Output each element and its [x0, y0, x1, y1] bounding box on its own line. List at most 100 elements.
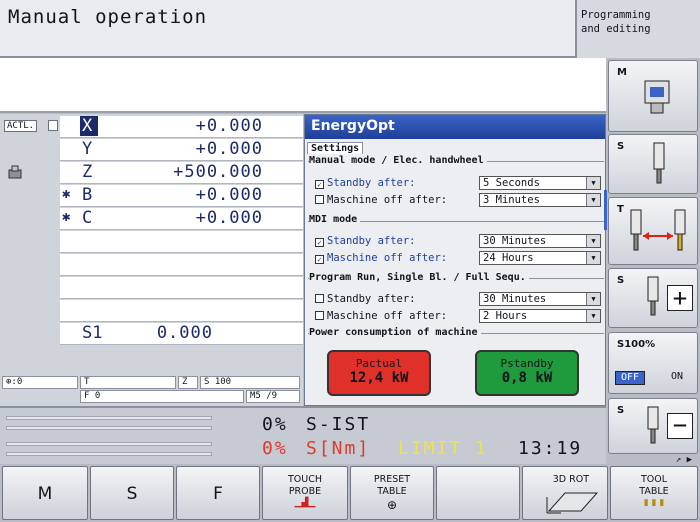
softkey-s-plus[interactable]: S +	[608, 268, 698, 328]
plus-icon: +	[667, 285, 693, 311]
checkbox-checked-icon: ✓	[315, 238, 324, 247]
option-prog-off[interactable]: Maschine off after:	[315, 310, 447, 322]
axis-label-x: X	[80, 116, 98, 136]
group-label-manual: Manual mode / Elec. handwheel	[309, 155, 487, 166]
second-mode-display[interactable]: Programming and editing	[575, 0, 700, 58]
option-manual-off[interactable]: Maschine off after:	[315, 194, 447, 206]
3d-plane-icon	[546, 492, 599, 514]
select-value: 5 Seconds	[483, 177, 540, 189]
softkey-s-plus-label: S	[617, 275, 625, 286]
checkbox-checked-icon: ✓	[315, 255, 324, 264]
spindle-load-pct: 0%	[262, 414, 288, 435]
chevron-down-icon[interactable]: ▼	[586, 252, 600, 264]
softkey-3d-rot[interactable]: 3D ROT	[522, 466, 608, 520]
softkey-label: TABLE	[639, 486, 669, 497]
chevron-down-icon[interactable]: ▼	[586, 310, 600, 322]
chevron-down-icon[interactable]: ▼	[586, 235, 600, 247]
select-value: 2 Hours	[483, 310, 528, 322]
touch-probe-icon: ▁▟▁	[294, 498, 316, 508]
select-mdi-standby[interactable]: 30 Minutes ▼	[479, 234, 601, 248]
load-bar	[6, 442, 212, 446]
chevron-down-icon[interactable]: ▼	[586, 194, 600, 206]
load-bar	[6, 416, 212, 420]
tool-change-icon	[630, 209, 686, 251]
axis-value-x: +0.000	[195, 116, 263, 136]
position-row-empty	[60, 300, 303, 322]
softkey-s[interactable]: S	[608, 134, 698, 194]
off-state: OFF	[615, 371, 645, 385]
select-manual-standby[interactable]: 5 Seconds ▼	[479, 176, 601, 190]
t-status: T	[80, 376, 176, 389]
checkbox-unchecked-icon	[315, 294, 324, 303]
torque-pct: 0%	[262, 438, 288, 459]
select-prog-off[interactable]: 2 Hours ▼	[479, 309, 601, 323]
on-state: ON	[671, 371, 684, 382]
softkey-label: PROBE	[288, 486, 322, 497]
softkey-preset-table[interactable]: PRESET TABLE ⊕	[350, 466, 434, 520]
status-area: 0% S-IST 0% S[Nm] LIMIT 1 13:19	[0, 406, 606, 464]
s-status: S 100	[200, 376, 300, 389]
spindle-icon	[653, 142, 665, 184]
option-manual-standby[interactable]: ✓ Standby after:	[315, 177, 416, 189]
scrollbar[interactable]	[604, 190, 607, 230]
m-function-icon	[644, 80, 670, 114]
softkey-touch-probe[interactable]: TOUCH PROBE ▁▟▁	[262, 466, 348, 520]
tool-table-icon: ▮ ▮ ▮	[643, 498, 665, 508]
minus-icon: −	[667, 413, 693, 439]
actl-label: ACTL.	[4, 120, 38, 132]
checkbox-unchecked-icon	[315, 195, 324, 204]
axis-mark-b: ✱	[62, 186, 71, 202]
tab-settings[interactable]: Settings	[307, 142, 364, 154]
second-mode-line1: Programming	[581, 9, 651, 21]
softkey-s-function[interactable]: S	[90, 466, 174, 520]
softkey-tool-table[interactable]: TOOL TABLE ▮ ▮ ▮	[610, 466, 698, 520]
softkey-s-minus[interactable]: S −	[608, 398, 698, 454]
position-row-c: ✱ C +0.000	[60, 208, 303, 230]
softkey-label: PRESET	[373, 474, 411, 485]
softkey-m[interactable]: M	[608, 60, 698, 132]
message-area	[0, 58, 606, 113]
position-row-empty	[60, 254, 303, 276]
softkey-s-minus-label: S	[617, 405, 625, 416]
second-mode-line2: and editing	[581, 23, 651, 35]
option-mdi-standby[interactable]: ✓ Standby after:	[315, 235, 416, 247]
softkey-t[interactable]: T	[608, 197, 698, 265]
softkey-label: F	[213, 484, 223, 504]
option-mdi-off[interactable]: ✓ Maschine off after:	[315, 252, 447, 264]
z-status: Z	[178, 376, 198, 389]
position-row-spindle: S1 0.000	[60, 323, 303, 345]
softkey-f-function[interactable]: F	[176, 466, 260, 520]
select-manual-off[interactable]: 3 Minutes ▼	[479, 193, 601, 207]
option-label: Standby after:	[327, 293, 416, 305]
axis-label-z: Z	[82, 162, 93, 182]
softkey-label: S	[126, 484, 138, 504]
spindle-icon	[647, 406, 659, 444]
position-row-y: Y +0.000	[60, 139, 303, 161]
select-value: 30 Minutes	[483, 293, 547, 305]
softkey-empty[interactable]	[436, 466, 520, 520]
axis-value-z: +500.000	[173, 162, 263, 182]
mode-title: Manual operation	[8, 6, 208, 28]
select-mdi-off[interactable]: 24 Hours ▼	[479, 251, 601, 265]
power-standby-value: 0,8 kW	[501, 370, 553, 386]
chevron-down-icon[interactable]: ▼	[586, 177, 600, 189]
option-label: Standby after:	[327, 235, 416, 247]
checkbox-checked-icon: ✓	[315, 180, 324, 189]
softkey-m-function[interactable]: M	[2, 466, 88, 520]
chevron-down-icon[interactable]: ▼	[586, 293, 600, 305]
softkey-s100[interactable]: S100% OFF ON	[608, 332, 698, 394]
m-status: M5 /9	[246, 390, 300, 403]
energyopt-title: EnergyOpt	[305, 115, 605, 139]
select-value: 24 Hours	[483, 252, 534, 264]
softkey-label: TOUCH	[287, 474, 322, 485]
axis-mark-c: ✱	[62, 209, 71, 225]
position-row-x: X +0.000	[60, 116, 303, 138]
axis-label-b: B	[82, 185, 93, 205]
select-prog-standby[interactable]: 30 Minutes ▼	[479, 292, 601, 306]
scroll-arrow-icon[interactable]: ↗ ▶	[608, 455, 698, 465]
softkey-label: TABLE	[377, 486, 407, 497]
power-standby-label: Pstandby	[500, 357, 554, 370]
position-row-z: Z +500.000	[60, 162, 303, 184]
option-prog-standby[interactable]: Standby after:	[315, 293, 416, 305]
power-actual-panel: Pactual 12,4 kW	[327, 350, 431, 396]
